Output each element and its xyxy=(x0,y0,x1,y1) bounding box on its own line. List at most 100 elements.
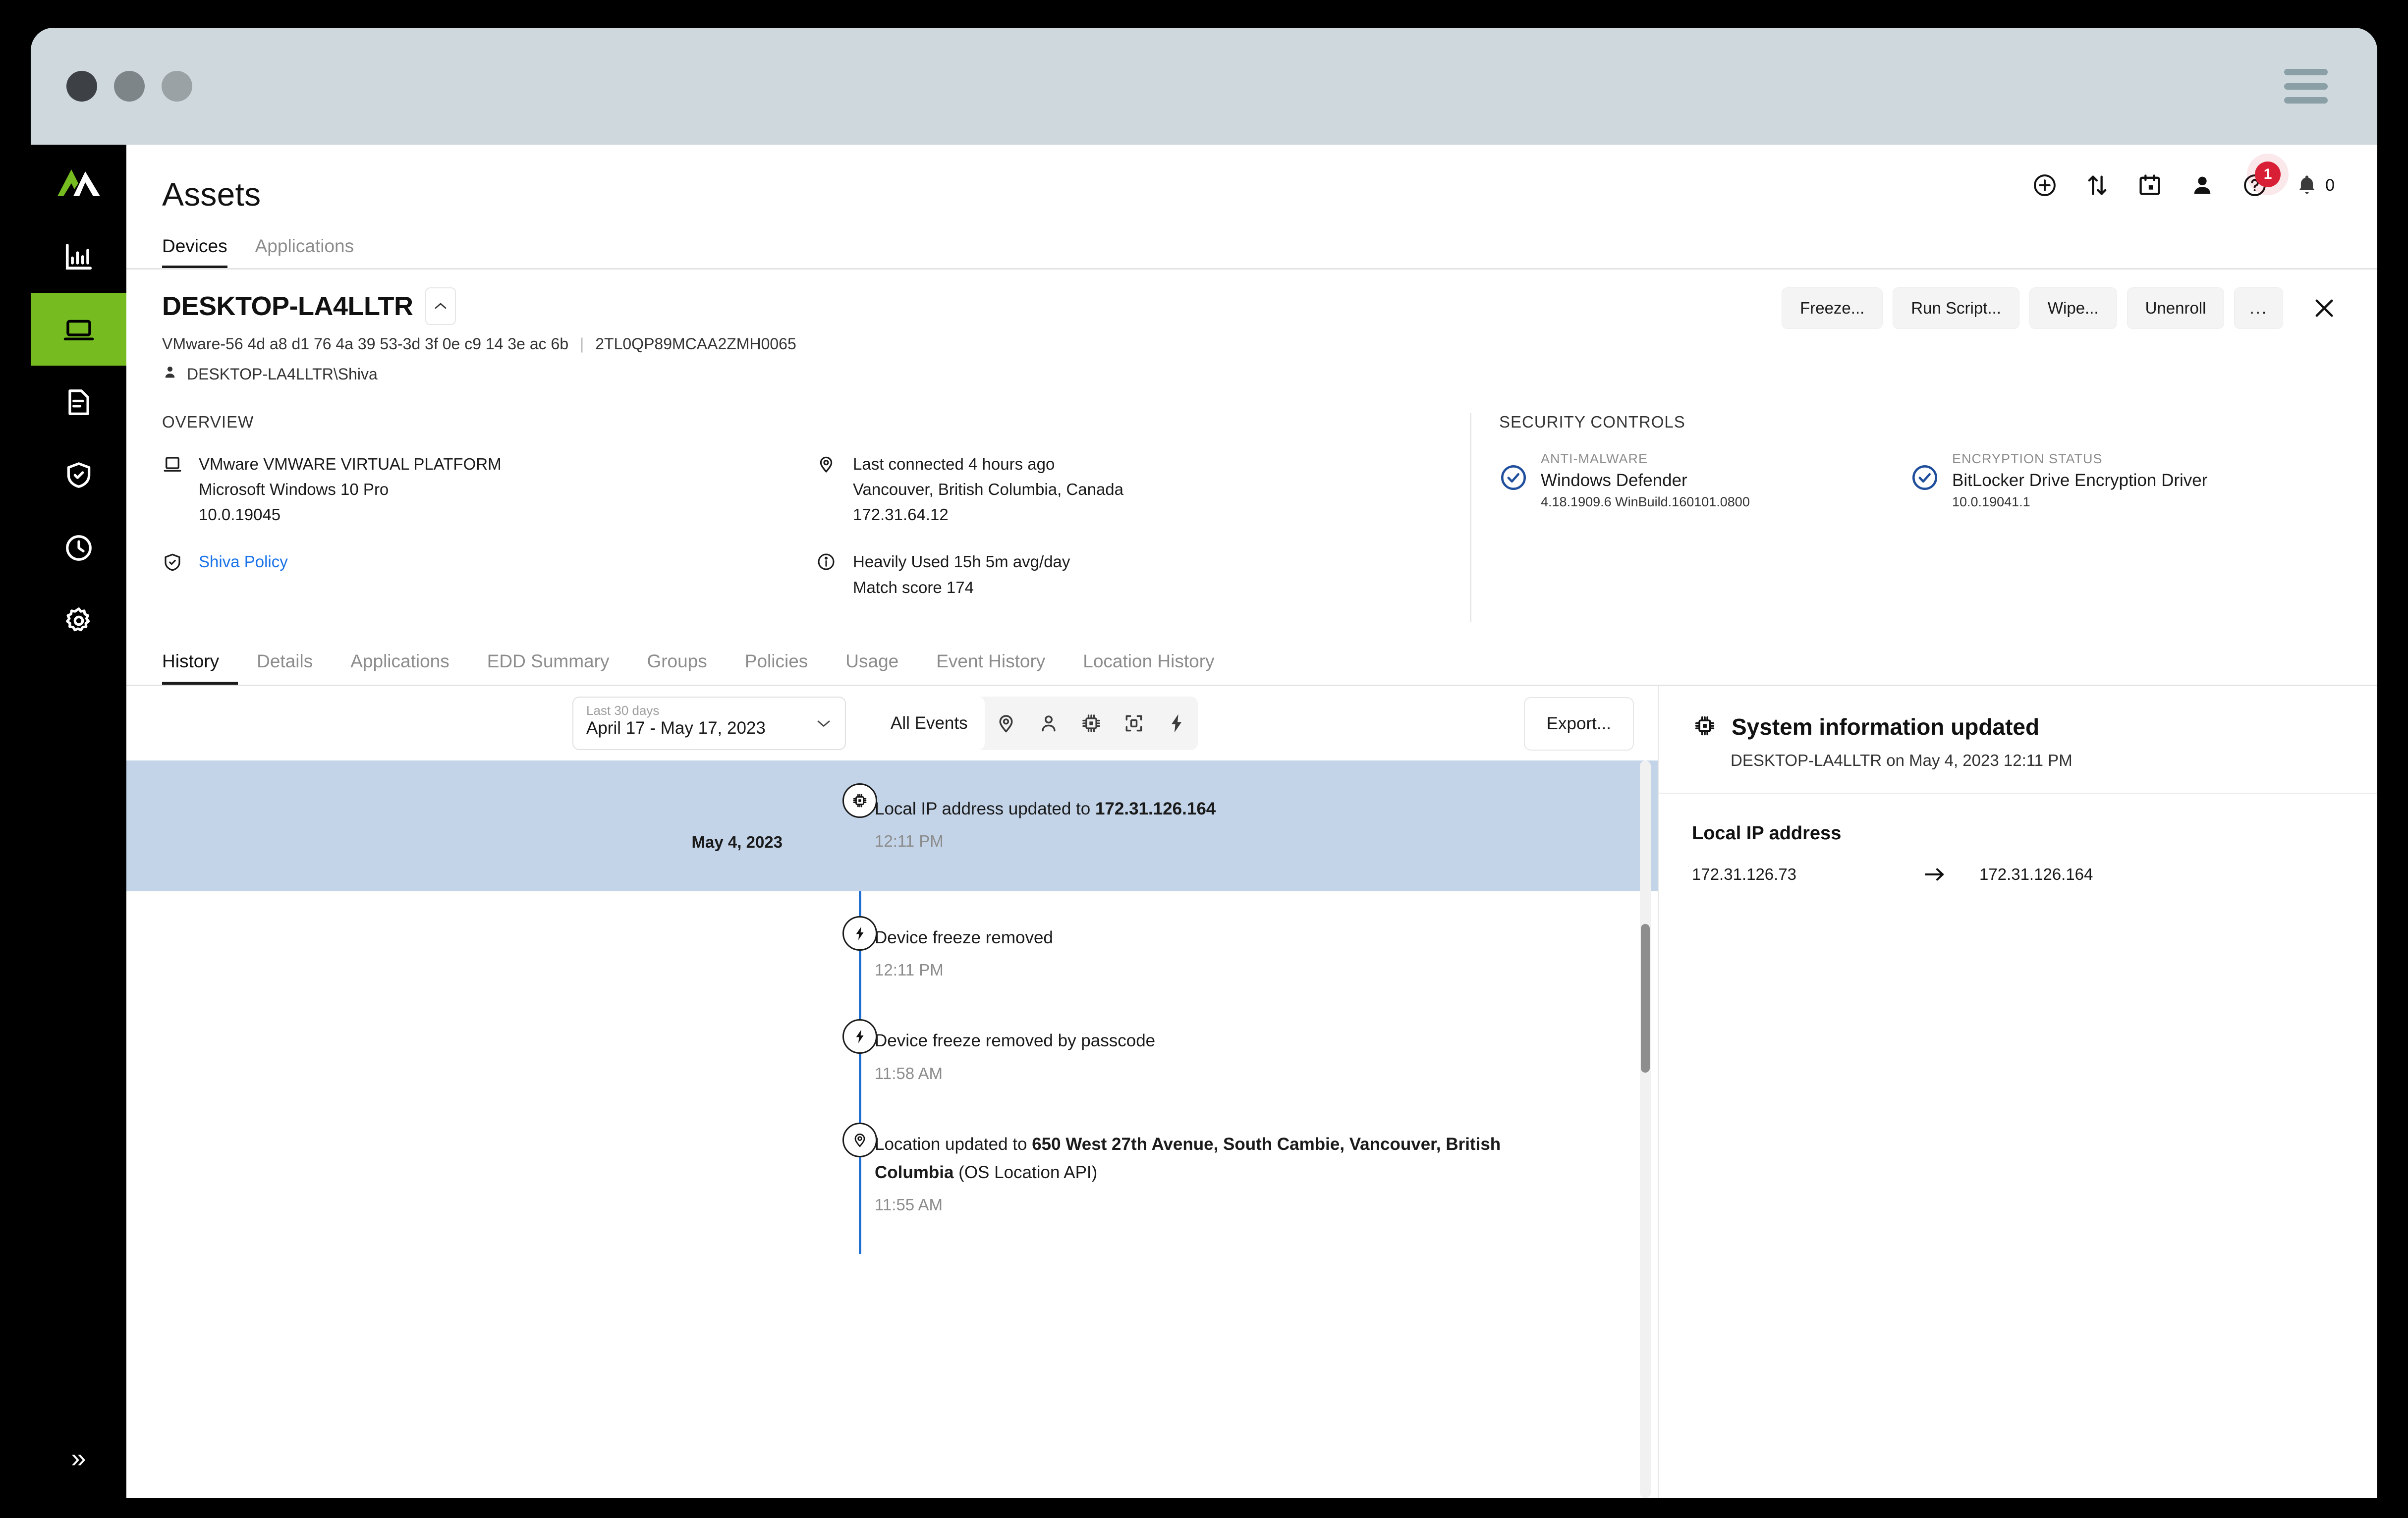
absolute-logo xyxy=(31,145,126,220)
encryption-label: ENCRYPTION STATUS xyxy=(1952,451,2103,466)
timeline-event-text: Device freeze removed by passcode xyxy=(875,1027,1155,1055)
add-icon[interactable] xyxy=(2032,172,2058,198)
sidebar-item-history[interactable] xyxy=(31,511,126,584)
user-icon[interactable] xyxy=(2189,172,2215,198)
device-serial: 2TL0QP89MCAA2ZMH0065 xyxy=(595,335,796,353)
event-detail-change: 172.31.126.73 172.31.126.164 xyxy=(1692,865,2345,884)
device-uuid: VMware-56 4d a8 d1 76 4a 39 53-3d 3f 0e … xyxy=(162,335,569,353)
timeline-scrollbar[interactable] xyxy=(1640,760,1651,1498)
sidebar-item-documents[interactable] xyxy=(31,366,126,438)
timeline-scrollbar-thumb[interactable] xyxy=(1641,923,1650,1073)
sidebar-item-assets[interactable] xyxy=(31,293,126,366)
location-ip: 172.31.64.12 xyxy=(853,505,949,524)
tab-groups[interactable]: Groups xyxy=(628,651,726,685)
sidebar-item-settings[interactable] xyxy=(31,584,126,657)
chip-icon xyxy=(842,783,877,818)
info-icon xyxy=(816,549,840,599)
chip-icon xyxy=(1692,713,1718,741)
security-controls-section: SECURITY CONTROLS ANTI-MALWARE Windows D… xyxy=(1470,413,2342,622)
sidebar-item-security[interactable] xyxy=(31,438,126,511)
hamburger-icon[interactable] xyxy=(2284,69,2328,104)
hardware-model: VMware VMWARE VIRTUAL PLATFORM xyxy=(199,455,502,473)
wipe-button[interactable]: Wipe... xyxy=(2029,287,2117,329)
event-detail-subtitle: DESKTOP-LA4LLTR on May 4, 2023 12:11 PM xyxy=(1731,751,2072,769)
date-range-picker[interactable]: Last 30 days April 17 - May 17, 2023 xyxy=(572,696,846,750)
window-chrome xyxy=(31,28,2377,145)
device-filter-icon[interactable] xyxy=(1113,697,1155,750)
run-script-button[interactable]: Run Script... xyxy=(1893,287,2019,329)
tab-usage[interactable]: Usage xyxy=(827,651,917,685)
laptop-icon xyxy=(162,451,186,527)
notification-count: 0 xyxy=(2325,175,2335,195)
security-control-encryption: ENCRYPTION STATUS BitLocker Drive Encryp… xyxy=(1910,451,2207,510)
close-icon[interactable] xyxy=(2307,291,2342,325)
device-detail-tabs: History Details Applications EDD Summary… xyxy=(126,639,2377,686)
notifications-icon[interactable]: 0 xyxy=(2295,173,2335,198)
tab-applications[interactable]: Applications xyxy=(332,651,468,685)
main-content: Assets 1 0 Devices Applications DESKTOP-… xyxy=(126,145,2377,1498)
system-filter-icon[interactable] xyxy=(1070,697,1113,750)
bolt-icon xyxy=(842,916,877,951)
tab-edd-summary[interactable]: EDD Summary xyxy=(468,651,628,685)
more-actions-button[interactable]: ... xyxy=(2234,287,2283,329)
check-circle-icon xyxy=(1910,463,1939,494)
clock-icon xyxy=(63,533,94,563)
date-range-label: Last 30 days xyxy=(586,703,660,718)
tab-event-history[interactable]: Event History xyxy=(917,651,1064,685)
chevron-down-icon xyxy=(815,714,832,733)
tab-history[interactable]: History xyxy=(162,651,238,685)
overview-column-location: Last connected 4 hours ago Vancouver, Br… xyxy=(816,413,1470,622)
overview-section: OVERVIEW VMware VMWARE VIRTUAL PLATFORM … xyxy=(126,384,2377,639)
timeline-event-time: 12:11 PM xyxy=(875,832,944,851)
event-detail-body: Local IP address 172.31.126.73 172.31.12… xyxy=(1659,794,2377,913)
shield-check-icon xyxy=(162,549,186,575)
device-user-name: DESKTOP-LA4LLTR\Shiva xyxy=(187,365,378,383)
page-header: Assets 1 0 xyxy=(126,145,2377,224)
maximize-window-button[interactable] xyxy=(162,71,192,102)
help-icon[interactable]: 1 xyxy=(2242,162,2281,198)
minimize-window-button[interactable] xyxy=(114,71,145,102)
security-control-anti-malware: ANTI-MALWARE Windows Defender 4.18.1909.… xyxy=(1499,451,1910,510)
tab-details[interactable]: Details xyxy=(238,651,332,685)
timeline-scroll-area[interactable]: May 4, 2023 Local IP address updated to … xyxy=(126,760,1658,1498)
timeline-event-row[interactable]: Device freeze removed by passcode 11:58 … xyxy=(126,994,1658,1098)
tab-policies[interactable]: Policies xyxy=(726,651,827,685)
timeline-event-text: Location updated to 650 West 27th Avenue… xyxy=(875,1131,1578,1187)
policy-link[interactable]: Shiva Policy xyxy=(199,552,288,571)
location-filter-icon[interactable] xyxy=(985,697,1027,750)
sidebar-collapse-label: » xyxy=(71,1443,86,1473)
usage-info: Heavily Used 15h 5m avg/day Match score … xyxy=(816,549,1470,599)
close-window-button[interactable] xyxy=(66,71,97,102)
timeline-event-row[interactable]: May 4, 2023 Local IP address updated to … xyxy=(126,760,1658,891)
tab-devices[interactable]: Devices xyxy=(162,236,227,268)
anti-malware-version: 4.18.1909.6 WinBuild.160101.0800 xyxy=(1541,494,1750,509)
device-collapse-button[interactable] xyxy=(425,287,456,325)
asset-type-tabs: Devices Applications xyxy=(126,224,2377,270)
overview-spacer-label xyxy=(816,413,1470,432)
usage-summary: Heavily Used 15h 5m avg/day xyxy=(853,552,1070,571)
filter-all-events[interactable]: All Events xyxy=(874,696,985,750)
user-filter-icon[interactable] xyxy=(1027,697,1070,750)
timeline-event-text: Local IP address updated to 172.31.126.1… xyxy=(875,795,1216,823)
timeline-event-row[interactable]: Device freeze removed 12:11 PM xyxy=(126,891,1658,995)
transfer-icon[interactable] xyxy=(2084,172,2110,198)
calendar-icon[interactable] xyxy=(2137,172,2163,198)
sidebar-item-reports[interactable] xyxy=(31,220,126,293)
unenroll-button[interactable]: Unenroll xyxy=(2127,287,2225,329)
sidebar-collapse-toggle[interactable]: » xyxy=(31,1445,126,1471)
overview-column-hardware: OVERVIEW VMware VMWARE VIRTUAL PLATFORM … xyxy=(162,413,816,622)
hardware-os: Microsoft Windows 10 Pro xyxy=(199,480,389,499)
freeze-button[interactable]: Freeze... xyxy=(1782,287,1883,329)
tab-location-history[interactable]: Location History xyxy=(1064,651,1233,685)
header-icon-bar: 1 0 xyxy=(2032,162,2335,198)
timeline-event-time: 11:55 AM xyxy=(875,1195,943,1214)
action-filter-icon[interactable] xyxy=(1155,697,1198,750)
timeline-event-row[interactable]: Location updated to 650 West 27th Avenue… xyxy=(126,1098,1658,1234)
tab-applications[interactable]: Applications xyxy=(255,236,354,268)
device-header: DESKTOP-LA4LLTR VMware-56 4d a8 d1 76 4a… xyxy=(126,270,2377,384)
timeline-event-text-bold: 172.31.126.164 xyxy=(1095,799,1216,818)
export-button[interactable]: Export... xyxy=(1523,697,1634,751)
event-detail-field-label: Local IP address xyxy=(1692,822,1842,844)
bolt-icon xyxy=(842,1019,877,1054)
overview-label: OVERVIEW xyxy=(162,413,254,431)
